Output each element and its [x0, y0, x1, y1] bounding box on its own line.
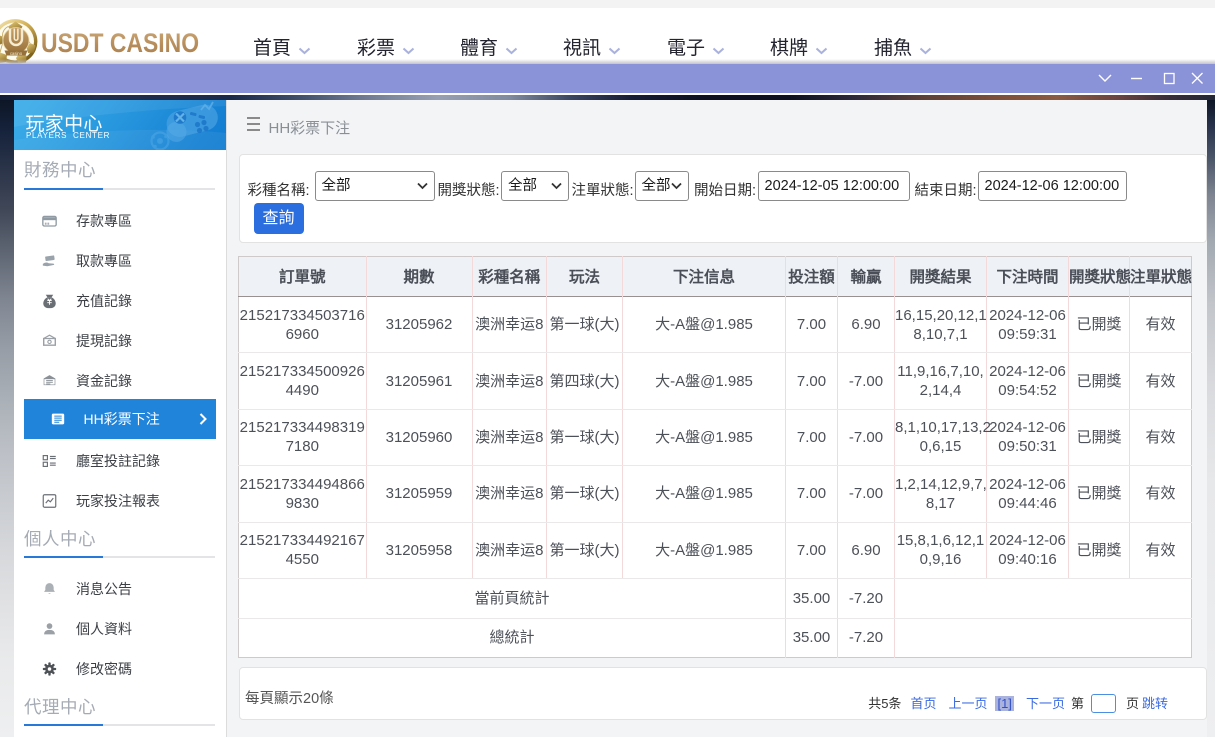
svg-text:casino: casino — [10, 51, 23, 56]
